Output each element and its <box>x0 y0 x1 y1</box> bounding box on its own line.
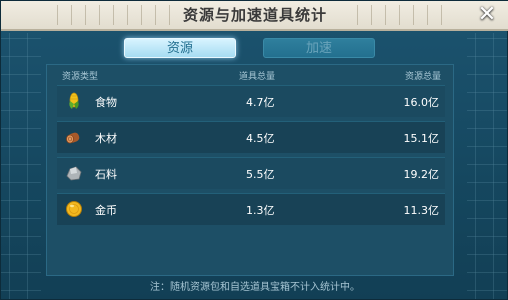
item-total-value: 4.5亿 <box>246 132 275 145</box>
resource-total-value: 19.2亿 <box>403 168 440 181</box>
left-border-pattern <box>1 33 41 299</box>
stats-panel: 资源与加速道具统计 ✕ 资源 加速 资源类型 道具总量 资源总量 食物 4.7亿… <box>0 0 508 300</box>
wood-log-icon <box>66 132 80 144</box>
table-row: 食物 4.7亿 16.0亿 <box>57 85 445 117</box>
header-resource-total: 资源总量 <box>404 72 441 82</box>
header-item-total: 道具总量 <box>239 72 276 82</box>
item-total-value: 1.3亿 <box>246 204 275 217</box>
tab-resources[interactable]: 资源 <box>124 38 236 58</box>
item-total-value: 4.7亿 <box>246 96 275 109</box>
tab-bar: 资源 加速 <box>1 38 508 60</box>
resource-name: 金币 <box>95 204 117 217</box>
tab-speedups[interactable]: 加速 <box>263 38 375 58</box>
stone-icon <box>66 166 82 181</box>
footnote: 注：随机资源包和自选道具宝箱不计入统计中。 <box>150 282 360 293</box>
resource-name: 木材 <box>95 132 117 145</box>
title-bar: 资源与加速道具统计 ✕ <box>1 1 508 31</box>
resource-total-value: 15.1亿 <box>403 132 440 145</box>
resource-name: 石料 <box>95 168 117 181</box>
resource-name: 食物 <box>95 96 117 109</box>
table-row: 木材 4.5亿 15.1亿 <box>57 121 445 153</box>
resource-total-value: 11.3亿 <box>403 204 440 217</box>
right-border-pattern <box>467 33 507 299</box>
gold-coin-icon <box>66 201 82 217</box>
resource-total-value: 16.0亿 <box>403 96 440 109</box>
resource-table: 资源类型 道具总量 资源总量 食物 4.7亿 16.0亿 木材 4.5亿 15.… <box>46 64 454 276</box>
header-resource-type: 资源类型 <box>62 72 99 82</box>
panel-title: 资源与加速道具统计 <box>182 6 327 24</box>
corn-icon <box>69 92 79 109</box>
table-row: 金币 1.3亿 11.3亿 <box>57 193 445 225</box>
table-row: 石料 5.5亿 19.2亿 <box>57 157 445 189</box>
item-total-value: 5.5亿 <box>246 168 275 181</box>
close-icon[interactable]: ✕ <box>475 3 499 27</box>
